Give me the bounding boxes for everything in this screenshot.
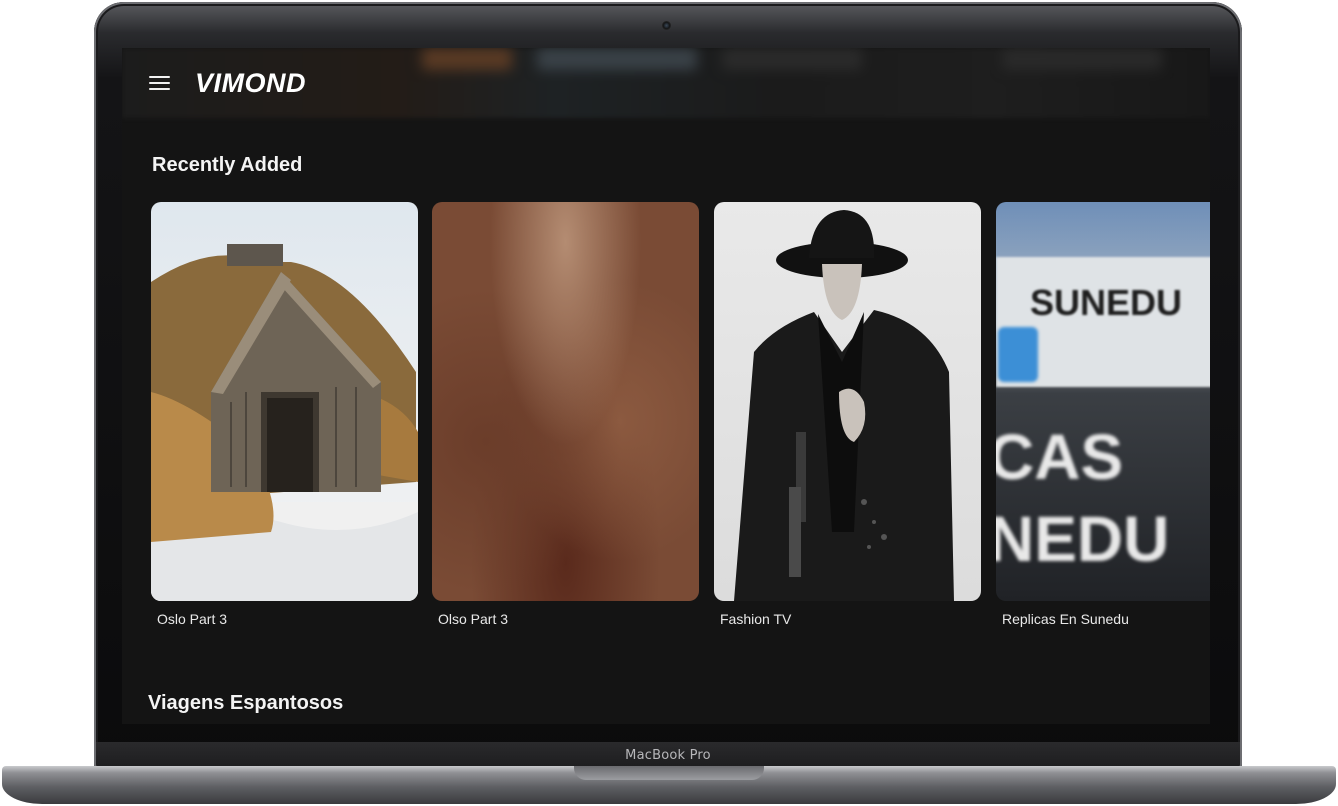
thumbnail-image [714,202,981,601]
laptop-opening-notch [574,766,764,780]
card-title: Fashion TV [720,611,792,627]
hamburger-menu-icon[interactable] [149,76,170,91]
section-title-recently-added: Recently Added [152,154,303,176]
device-label: MacBook Pro [625,748,711,763]
brand-logo[interactable]: VIMOND [195,67,306,99]
overlay-text-line: CAS [996,421,1124,493]
card-title: Replicas En Sunedu [1002,611,1129,627]
sign-text: SUNEDU [1030,282,1183,323]
laptop-chin: MacBook Pro [96,742,1240,768]
thumbnail-image [432,202,699,601]
content-card[interactable]: SUNEDU CAS NEDU Replicas En Sunedu [996,202,1210,627]
card-title: Olso Part 3 [438,611,509,627]
webcam-icon [662,21,671,30]
content-card[interactable]: Fashion TV [714,202,981,627]
thumbnail-image [151,202,418,601]
content-card[interactable]: Olso Part 3 [432,202,699,627]
sign-logo [998,327,1038,382]
app-screen: VIMOND Recently Added Oslo Part 3 Olso P… [122,48,1210,724]
content-card[interactable]: Oslo Part 3 [151,202,418,627]
card-title: Oslo Part 3 [157,611,228,627]
section-title-viagens-espantosos: Viagens Espantosos [148,692,344,714]
thumbnail-image: SUNEDU CAS NEDU [996,202,1210,601]
overlay-text-line: NEDU [996,503,1170,575]
